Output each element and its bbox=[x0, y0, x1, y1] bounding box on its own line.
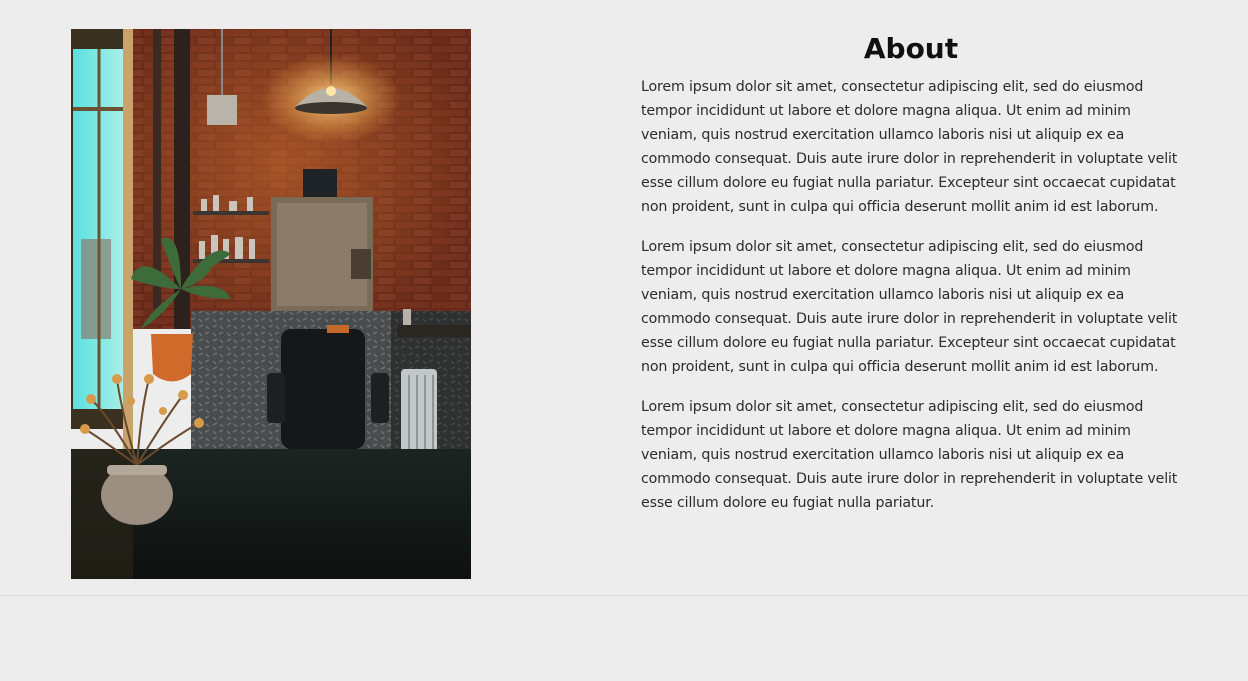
about-section: About Lorem ipsum dolor sit amet, consec… bbox=[0, 0, 1248, 596]
about-title: About bbox=[863, 32, 959, 65]
about-paragraph: Lorem ipsum dolor sit amet, consectetur … bbox=[641, 79, 1178, 215]
about-paragraph: Lorem ipsum dolor sit amet, consectetur … bbox=[641, 399, 1178, 511]
about-paragraph: Lorem ipsum dolor sit amet, consectetur … bbox=[641, 239, 1178, 375]
barbershop-photo bbox=[71, 29, 471, 579]
about-content: About Lorem ipsum dolor sit amet, consec… bbox=[641, 30, 1181, 531]
